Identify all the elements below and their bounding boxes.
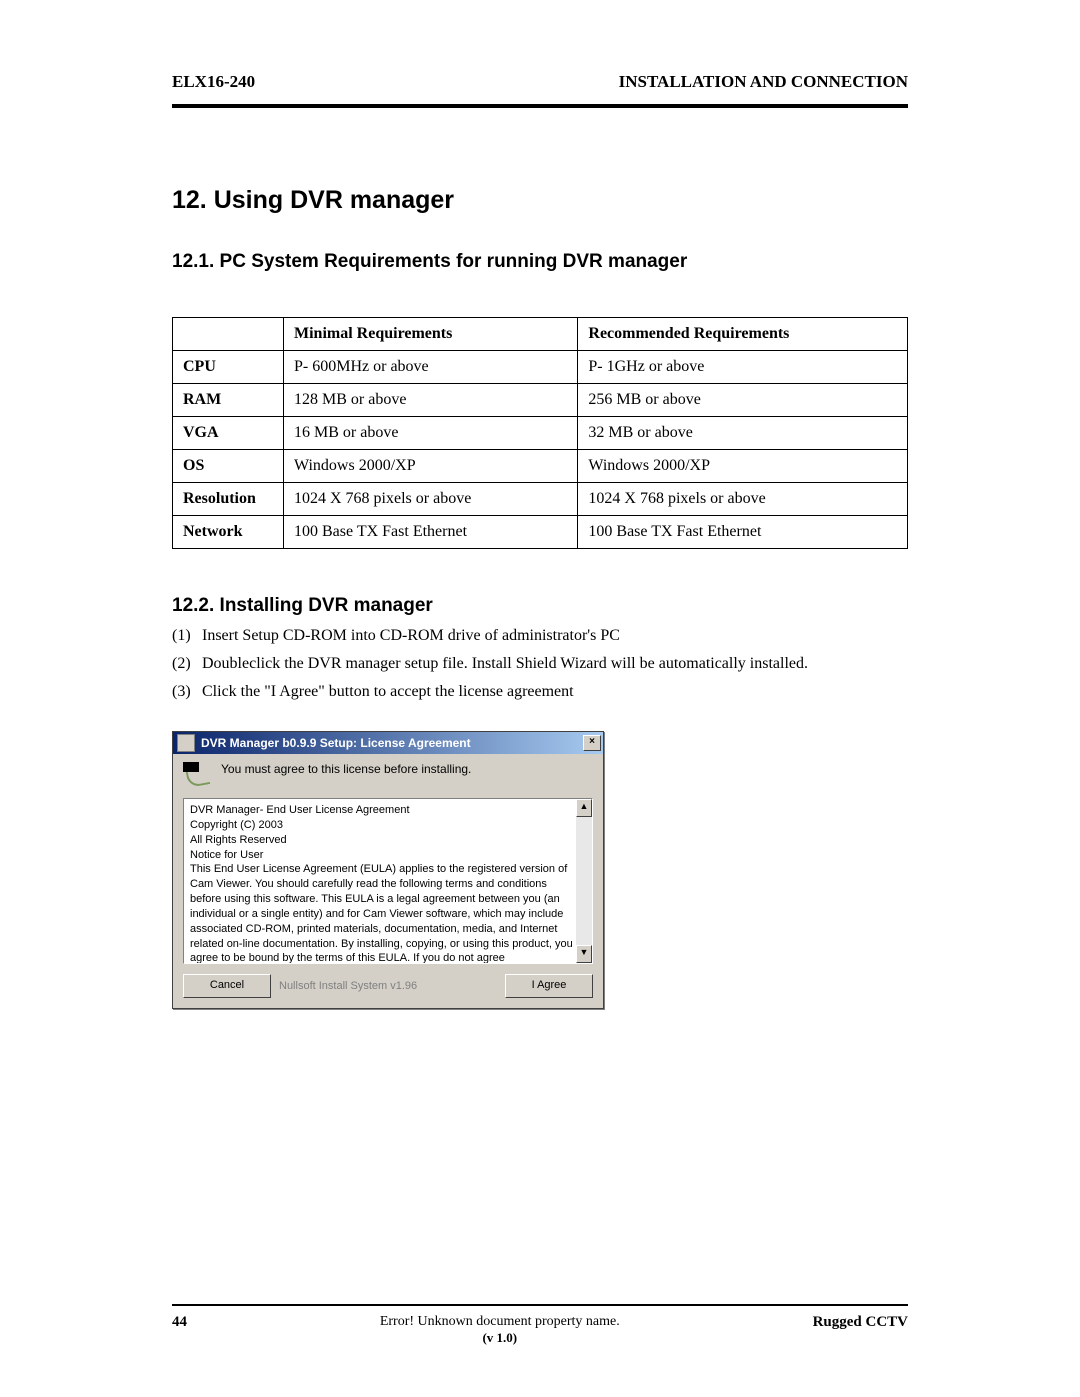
step-text: Click the "I Agree" button to accept the… — [202, 683, 574, 700]
license-dialog: DVR Manager b0.9.9 Setup: License Agreem… — [172, 731, 604, 1009]
install-steps: (1)Insert Setup CD-ROM into CD-ROM drive… — [172, 627, 908, 701]
cell: 16 MB or above — [284, 417, 578, 450]
table-header-row: Minimal Requirements Recommended Require… — [173, 318, 908, 351]
dialog-title: DVR Manager b0.9.9 Setup: License Agreem… — [201, 736, 583, 750]
installer-label: Nullsoft Install System v1.96 — [279, 980, 497, 992]
footer-version: (v 1.0) — [482, 1330, 517, 1345]
scroll-down-icon[interactable]: ▼ — [576, 945, 592, 963]
header-right: INSTALLATION AND CONNECTION — [619, 72, 908, 92]
license-textarea[interactable]: DVR Manager- End User License Agreement … — [183, 798, 593, 964]
cell: 1024 X 768 pixels or above — [284, 483, 578, 516]
app-icon — [177, 734, 195, 752]
requirements-table: Minimal Requirements Recommended Require… — [172, 317, 908, 549]
footer-center: Error! Unknown document property name. (… — [187, 1314, 813, 1347]
dialog-body: You must agree to this license before in… — [173, 754, 603, 1008]
dialog-message: You must agree to this license before in… — [221, 762, 471, 776]
table-row: Resolution 1024 X 768 pixels or above 10… — [173, 483, 908, 516]
row-label-ram: RAM — [173, 384, 284, 417]
page-header: ELX16-240 INSTALLATION AND CONNECTION — [172, 72, 908, 102]
footer-error-text: Error! Unknown document property name. — [380, 1314, 620, 1329]
table-header-recommended: Recommended Requirements — [578, 318, 908, 351]
license-line: Notice for User — [190, 848, 574, 863]
install-icon — [183, 762, 211, 790]
scrollbar[interactable]: ▲ ▼ — [576, 799, 592, 963]
agree-button[interactable]: I Agree — [505, 974, 593, 998]
table-row: CPU P- 600MHz or above P- 1GHz or above — [173, 351, 908, 384]
cell: 128 MB or above — [284, 384, 578, 417]
cell: 256 MB or above — [578, 384, 908, 417]
scroll-track[interactable] — [576, 817, 592, 945]
page-number: 44 — [172, 1314, 187, 1331]
table-header-minimal: Minimal Requirements — [284, 318, 578, 351]
row-label-resolution: Resolution — [173, 483, 284, 516]
document-page: ELX16-240 INSTALLATION AND CONNECTION 12… — [0, 0, 1080, 1397]
cell: 1024 X 768 pixels or above — [578, 483, 908, 516]
row-label-network: Network — [173, 516, 284, 549]
cell: P- 1GHz or above — [578, 351, 908, 384]
license-line: This End User License Agreement (EULA) a… — [190, 862, 574, 964]
footer-rule — [172, 1304, 908, 1306]
header-left: ELX16-240 — [172, 72, 255, 92]
table-row: Network 100 Base TX Fast Ethernet 100 Ba… — [173, 516, 908, 549]
dialog-message-row: You must agree to this license before in… — [183, 762, 593, 790]
table-header-blank — [173, 318, 284, 351]
subsection-title-1: 12.1. PC System Requirements for running… — [172, 251, 908, 273]
dialog-titlebar[interactable]: DVR Manager b0.9.9 Setup: License Agreem… — [173, 732, 603, 754]
cell: Windows 2000/XP — [578, 450, 908, 483]
cell: Windows 2000/XP — [284, 450, 578, 483]
page-footer: 44 Error! Unknown document property name… — [172, 1304, 908, 1347]
subsection-title-2: 12.2. Installing DVR manager — [172, 595, 908, 617]
table-row: OS Windows 2000/XP Windows 2000/XP — [173, 450, 908, 483]
row-label-vga: VGA — [173, 417, 284, 450]
section-title: 12. Using DVR manager — [172, 186, 908, 215]
license-line: Copyright (C) 2003 — [190, 818, 574, 833]
footer-brand: Rugged CCTV — [813, 1314, 908, 1331]
close-icon[interactable]: × — [583, 735, 601, 751]
license-line: All Rights Reserved — [190, 833, 574, 848]
cell: 100 Base TX Fast Ethernet — [578, 516, 908, 549]
cell: 32 MB or above — [578, 417, 908, 450]
step-text: Doubleclick the DVR manager setup file. … — [202, 655, 808, 672]
step-text: Insert Setup CD-ROM into CD-ROM drive of… — [202, 627, 620, 644]
list-item: (1)Insert Setup CD-ROM into CD-ROM drive… — [172, 627, 908, 645]
list-item: (2)Doubleclick the DVR manager setup fil… — [172, 655, 908, 673]
list-item: (3)Click the "I Agree" button to accept … — [172, 683, 908, 701]
scroll-up-icon[interactable]: ▲ — [576, 799, 592, 817]
table-row: RAM 128 MB or above 256 MB or above — [173, 384, 908, 417]
cancel-button[interactable]: Cancel — [183, 974, 271, 998]
dialog-button-row: Cancel Nullsoft Install System v1.96 I A… — [183, 974, 593, 998]
cell: P- 600MHz or above — [284, 351, 578, 384]
license-line: DVR Manager- End User License Agreement — [190, 803, 574, 818]
header-rule — [172, 104, 908, 108]
cell: 100 Base TX Fast Ethernet — [284, 516, 578, 549]
row-label-cpu: CPU — [173, 351, 284, 384]
row-label-os: OS — [173, 450, 284, 483]
table-row: VGA 16 MB or above 32 MB or above — [173, 417, 908, 450]
